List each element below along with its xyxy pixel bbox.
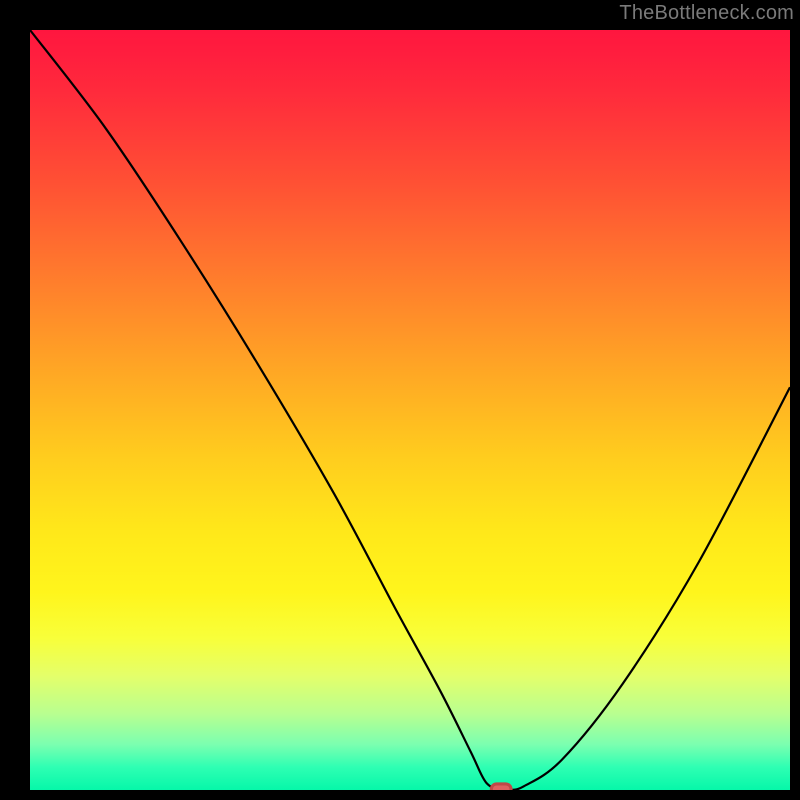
plot-svg [30, 30, 790, 790]
optimal-marker [491, 784, 511, 790]
watermark-text: TheBottleneck.com [619, 2, 794, 25]
plot-area [30, 30, 790, 790]
bottleneck-curve [30, 30, 790, 790]
chart-frame: TheBottleneck.com [0, 0, 800, 800]
